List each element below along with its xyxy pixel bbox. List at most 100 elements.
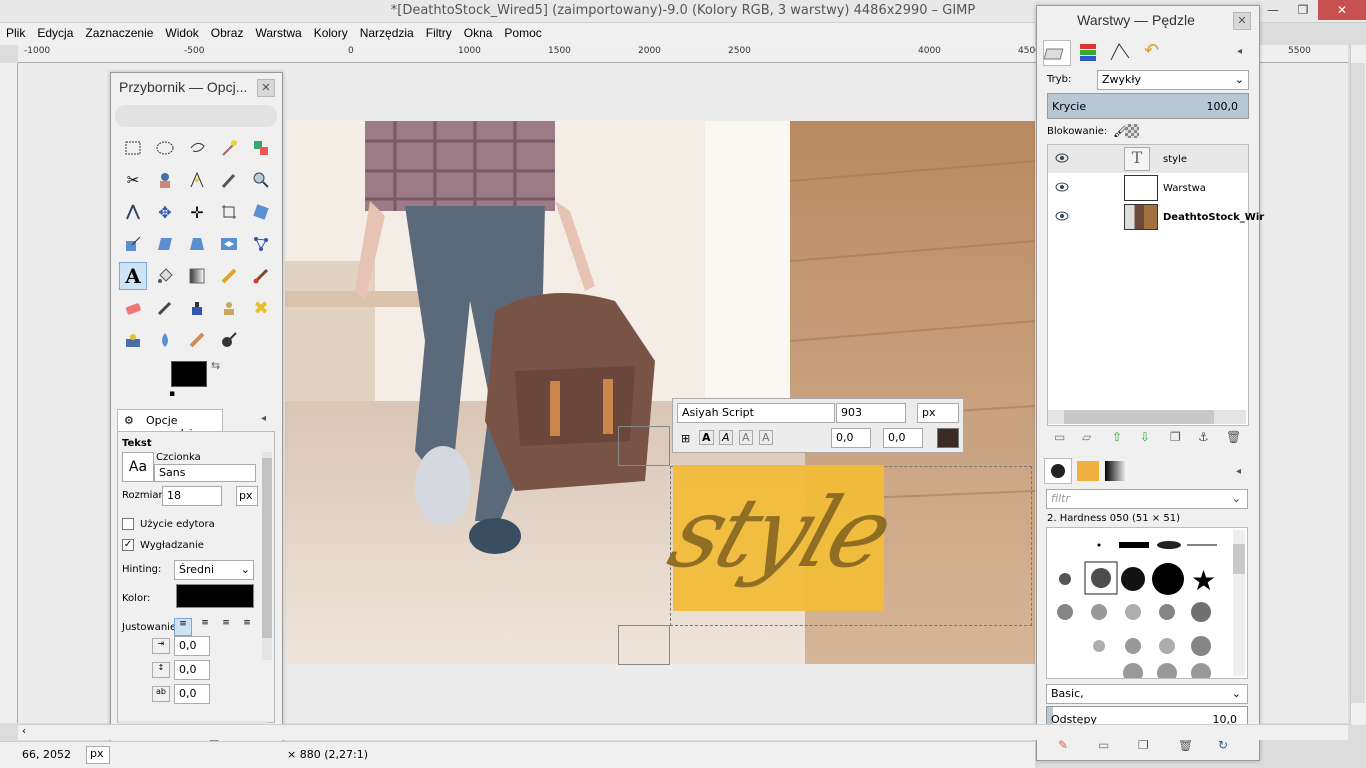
baseline-field[interactable]: 0,0 [831, 428, 871, 448]
line-spacing-input[interactable]: 0,0 [174, 660, 210, 680]
blur-icon[interactable] [151, 326, 179, 354]
perspective-icon[interactable] [183, 230, 211, 258]
scrollbar-thumb[interactable] [1233, 544, 1245, 574]
duplicate-layer-icon[interactable]: ❐ [1170, 430, 1181, 444]
horizontal-scrollbar[interactable]: ‹ [18, 724, 1348, 740]
scrollbar-thumb[interactable] [1064, 410, 1214, 424]
brush-preset-select[interactable]: Basic, ⌄ [1046, 684, 1248, 704]
menu-filtry[interactable]: Filtry [420, 23, 458, 40]
bucket-fill-icon[interactable] [151, 262, 179, 290]
clone-icon[interactable] [215, 294, 243, 322]
antialias-box[interactable]: ✓ [122, 539, 134, 551]
panel-menu-icon[interactable]: ◂ [1237, 46, 1242, 57]
size-input[interactable]: 18 [162, 486, 222, 506]
lasso-icon[interactable] [183, 134, 211, 162]
scrollbar-thumb[interactable] [262, 458, 272, 638]
vertical-scrollbar[interactable] [1350, 45, 1366, 725]
menu-zaznaczenie[interactable]: Zaznaczenie [79, 23, 159, 40]
paths-icon[interactable] [183, 166, 211, 194]
duplicate-brush-icon[interactable]: ❐ [1138, 738, 1149, 752]
use-editor-box[interactable] [122, 518, 134, 530]
unit-select[interactable]: px [86, 746, 110, 764]
color-picker-icon[interactable] [215, 166, 243, 194]
close-window-button[interactable]: ✕ [1318, 0, 1366, 20]
measure-icon[interactable] [119, 198, 147, 226]
scale-icon[interactable] [119, 230, 147, 258]
font-preview-button[interactable]: Aa [122, 452, 154, 482]
strike-icon[interactable]: A [739, 430, 753, 445]
menu-warstwa[interactable]: Warstwa [249, 23, 307, 40]
eye-icon[interactable] [1055, 211, 1069, 221]
layer-row[interactable]: T style [1048, 145, 1248, 173]
scissors-icon[interactable]: ✂ [119, 166, 147, 194]
menu-pomoc[interactable]: Pomoc [498, 23, 547, 40]
airbrush-icon[interactable] [151, 294, 179, 322]
swap-colors-icon[interactable]: ⇆ [211, 359, 220, 372]
rect-select-icon[interactable] [119, 134, 147, 162]
menu-widok[interactable]: Widok [159, 23, 204, 40]
clear-style-icon[interactable]: A [759, 430, 773, 445]
eye-icon[interactable] [1055, 182, 1069, 192]
text-tool-icon[interactable]: A [119, 262, 147, 290]
smudge-icon[interactable] [183, 326, 211, 354]
ellipse-select-icon[interactable] [151, 134, 179, 162]
new-layer-icon[interactable]: ▭ [1054, 430, 1065, 444]
menu-narzedzia[interactable]: Narzędzia [354, 23, 420, 40]
crop-icon[interactable] [215, 198, 243, 226]
tab-undo[interactable]: ↶ [1139, 40, 1167, 66]
font-field[interactable]: Asiyah Script [677, 403, 835, 423]
mode-select[interactable]: Zwykły ⌄ [1097, 70, 1249, 90]
eraser-icon[interactable] [119, 294, 147, 322]
gradient-icon[interactable] [183, 262, 211, 290]
flip-icon[interactable] [215, 230, 243, 258]
tab-tool-options[interactable]: ⚙ Opcje narzędzia [117, 409, 223, 440]
indent-input[interactable]: 0,0 [174, 636, 210, 656]
menu-obraz[interactable]: Obraz [205, 23, 250, 40]
fuzzy-select-icon[interactable] [215, 134, 243, 162]
unit-select[interactable]: px [917, 403, 959, 423]
justify-fill-icon[interactable]: ≡ [238, 618, 256, 636]
layers-panel-close-button[interactable]: ✕ [1233, 12, 1251, 30]
options-scrollbar[interactable] [262, 452, 272, 660]
font-input[interactable]: Sans [154, 464, 256, 482]
hinting-select[interactable]: Średni ⌄ [174, 560, 254, 580]
menu-okna[interactable]: Okna [458, 23, 499, 40]
new-brush-icon[interactable]: ▭ [1098, 738, 1109, 752]
shear-icon[interactable] [151, 230, 179, 258]
toolbox-close-button[interactable]: ✕ [257, 79, 275, 97]
brush-filter-input[interactable]: filtr ⌄ [1046, 489, 1248, 509]
rotate-icon[interactable] [247, 198, 275, 226]
edit-brush-icon[interactable]: ✎ [1058, 738, 1068, 752]
tab-paths[interactable] [1107, 40, 1135, 66]
layer-row[interactable]: DeathtoStock_Wir [1048, 203, 1264, 231]
menu-plik[interactable]: Plik [0, 23, 31, 40]
size-unit-select[interactable]: px [236, 486, 258, 506]
zoom-icon[interactable] [247, 166, 275, 194]
tab-brushes[interactable] [1044, 458, 1072, 484]
layer-row[interactable]: Warstwa [1048, 174, 1248, 202]
scroll-left-icon[interactable]: ‹ [22, 726, 26, 737]
tab-gradients[interactable] [1102, 458, 1130, 484]
opacity-slider[interactable]: Krycie 100,0 [1047, 93, 1249, 119]
raise-layer-icon[interactable]: ⇧ [1112, 430, 1122, 444]
anchor-layer-icon[interactable]: ⚓ [1198, 430, 1209, 444]
delete-layer-icon[interactable]: 🗑 [1226, 430, 1241, 444]
ink-icon[interactable] [183, 294, 211, 322]
tab-layers[interactable] [1043, 40, 1071, 66]
menu-kolory[interactable]: Kolory [308, 23, 354, 40]
brush-grid[interactable]: ★ [1046, 527, 1248, 683]
perspective-clone-icon[interactable] [119, 326, 147, 354]
layers-hscrollbar[interactable] [1048, 410, 1246, 424]
lock-alpha-icon[interactable] [1125, 124, 1139, 138]
refresh-brushes-icon[interactable]: ↻ [1218, 738, 1228, 752]
text-layer-box[interactable]: style [657, 465, 903, 611]
tab-channels[interactable] [1075, 40, 1103, 66]
brush-scrollbar[interactable] [1233, 530, 1245, 676]
layer-name[interactable]: style [1163, 154, 1187, 165]
justify-right-icon[interactable]: ≡ [196, 618, 214, 636]
move-icon[interactable]: ✥ [151, 198, 179, 226]
foreground-select-icon[interactable] [151, 166, 179, 194]
lower-layer-icon[interactable]: ⇩ [1140, 430, 1150, 444]
default-colors-icon[interactable]: ▪ [169, 389, 175, 399]
handle-box[interactable] [618, 426, 670, 466]
